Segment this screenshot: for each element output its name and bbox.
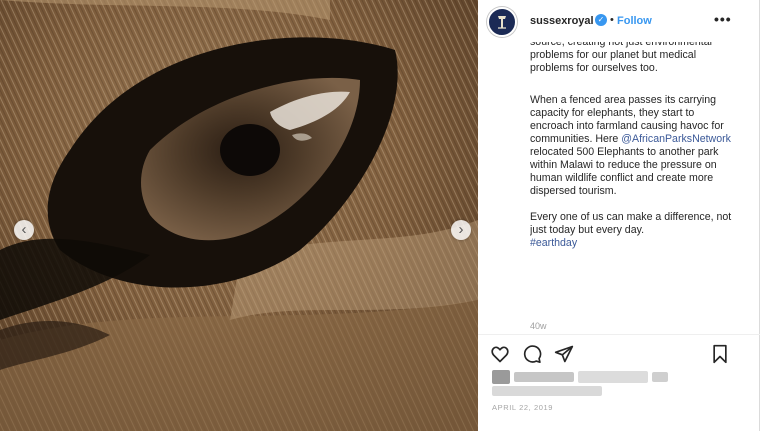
follow-button[interactable]: Follow	[617, 15, 652, 27]
carousel-next-button[interactable]: ›	[451, 220, 471, 240]
caption-paragraph-2: When a fenced area passes its carrying c…	[530, 94, 735, 198]
action-bar	[478, 340, 760, 370]
post-date: APRIL 22, 2019	[492, 403, 554, 412]
caption-paragraph-3: Every one of us can make a difference, n…	[530, 211, 735, 250]
hashtag-link[interactable]: #earthday	[530, 237, 577, 249]
divider	[478, 334, 760, 335]
mention-link[interactable]: @AfricanParksNetwork	[621, 133, 731, 145]
username-link[interactable]: sussexroyal	[530, 15, 594, 27]
carousel-prev-button[interactable]: ‹	[14, 220, 34, 240]
bookmark-icon[interactable]	[710, 344, 730, 364]
verified-badge-icon: ✓	[595, 14, 607, 26]
post-window: ‹ › sussexroyal ✓ • Follow ••• source, c…	[0, 0, 760, 431]
caption-timestamp: 40w	[530, 321, 547, 331]
caption-paragraph-1: source, creating not just environmental …	[530, 42, 712, 74]
paper-plane-icon[interactable]	[554, 344, 574, 364]
post-caption: source, creating not just environmental …	[530, 42, 735, 334]
post-header: sussexroyal ✓ • Follow •••	[478, 0, 760, 44]
heart-icon[interactable]	[490, 344, 510, 364]
lion-eye-photo	[0, 0, 478, 431]
post-side-panel: sussexroyal ✓ • Follow ••• source, creat…	[478, 0, 760, 431]
caption-text: Every one of us can make a difference, n…	[530, 211, 732, 236]
likes-summary-blurred	[492, 370, 672, 400]
royal-monogram-icon	[490, 10, 514, 34]
post-image: ‹ ›	[0, 0, 478, 431]
avatar[interactable]	[487, 7, 517, 37]
more-options-icon[interactable]: •••	[714, 11, 732, 27]
comment-icon[interactable]	[522, 344, 542, 364]
separator-dot: •	[610, 14, 614, 26]
caption-text: relocated 500 Elephants to another park …	[530, 146, 719, 197]
